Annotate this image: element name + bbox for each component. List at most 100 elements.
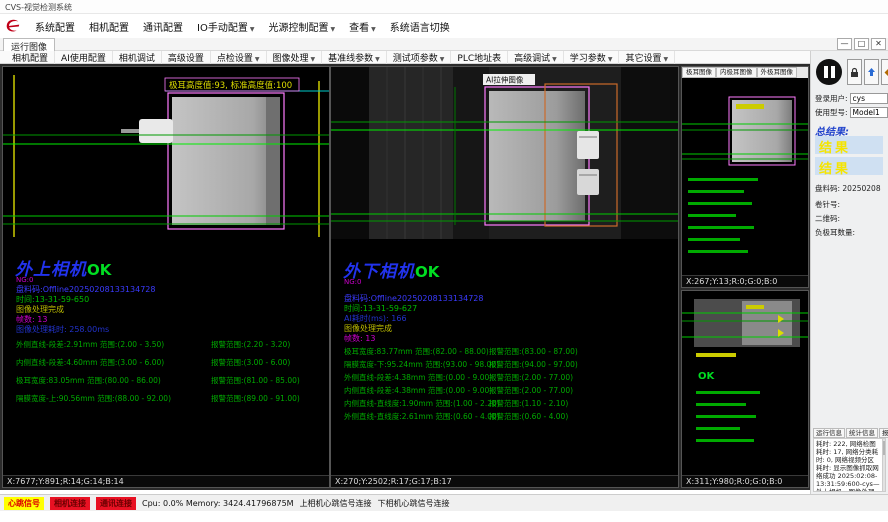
measurement-row: 外侧直线-段差:4.38mm 范围:(0.00 - 9.00)报警范围:(2.0… — [331, 372, 678, 382]
tool-camera-config[interactable]: 相机配置 — [6, 51, 55, 64]
menu-light-control-config[interactable]: 光源控制配置▼ — [261, 17, 342, 36]
chevron-down-icon: ▼ — [663, 56, 668, 63]
upper-camera-image[interactable]: 极耳高度值:93, 标准高度值:100 — [3, 67, 329, 239]
thumbnail-image-bottom[interactable] — [682, 291, 808, 475]
heartbeat-badge: 心跳信号 — [4, 497, 44, 510]
measurement-row: 内侧直线-段差:4.38mm 范围:(0.00 - 9.00)报警范围:(2.0… — [331, 385, 678, 395]
measurement-row: 隔膜宽度-下:95.24mm 范围:(93.00 - 98.00)报警范围:(9… — [331, 359, 678, 369]
maximize-button[interactable]: □ — [854, 38, 869, 50]
part-surface — [732, 100, 792, 162]
menu-language-switch[interactable]: 系统语言切换 — [383, 17, 457, 36]
tool-camera-debug[interactable]: 相机调试 — [113, 51, 162, 64]
ai-stretch-image-label: AI拉伸图像 — [486, 75, 524, 85]
camera-link-badge: 相机连接 — [50, 497, 90, 510]
logout-button[interactable] — [881, 59, 888, 85]
bottom-strip — [0, 511, 888, 522]
tab-stats-info[interactable]: 统计信息 — [846, 428, 878, 438]
model-input[interactable] — [850, 107, 888, 118]
camera-lock-button[interactable] — [847, 59, 862, 85]
tool-ai-usage-config[interactable]: AI使用配置 — [55, 51, 113, 64]
ng-note: NG:0 — [16, 276, 33, 284]
result-box-lower: 结果 — [815, 157, 883, 175]
toolbar: 相机配置 AI使用配置 相机调试 高级设置 点检设置▼ 图像处理▼ 基准线参数▼… — [0, 51, 810, 64]
tab-outer-tab-image[interactable]: 外极耳图像 — [757, 67, 798, 78]
negative-tab-count-field: 负极耳数量: — [815, 227, 855, 238]
frame-count-line: 帧数: 13 — [344, 333, 375, 344]
window-controls: — □ ✕ — [837, 38, 886, 50]
status-bar: 心跳信号 相机连接 通讯连接 Cpu: 0.0% Memory: 3424.41… — [0, 494, 888, 511]
bright-feature — [577, 169, 599, 195]
chevron-down-icon: ▼ — [255, 56, 260, 63]
info-tabs: 运行信息 统计信息 报警信息 — [813, 428, 888, 438]
overlay-text-mark — [746, 305, 764, 309]
login-user-label: 登录用户: — [815, 93, 848, 104]
menu-system-config[interactable]: 系统配置 — [28, 17, 82, 36]
tool-spot-check[interactable]: 点检设置▼ — [211, 51, 267, 64]
tool-advanced-debug[interactable]: 高级调试▼ — [508, 51, 564, 64]
right-sidebar: 登录用户: 使用型号: 总结果: 结果 结果 盘料码: 20250208 卷针号… — [810, 51, 888, 494]
tool-image-processing[interactable]: 图像处理▼ — [267, 51, 323, 64]
title-bar: CVS-视觉检测系统 — [0, 0, 888, 14]
tool-advanced-settings[interactable]: 高级设置 — [162, 51, 211, 64]
thumbnail-tabs: 极耳图像 内极耳图像 外极耳图像 — [682, 67, 808, 78]
overlay-text-mark — [736, 104, 764, 109]
thumbnail-image-top[interactable] — [682, 78, 808, 274]
pixel-coords-readout: X:7677;Y:891;R:14;G:14;B:14 — [3, 475, 329, 487]
part-surface — [172, 97, 280, 225]
log-scrollbar[interactable] — [882, 438, 886, 492]
export-button[interactable] — [864, 59, 879, 85]
minimize-button[interactable]: — — [837, 38, 852, 50]
measurement-row: 外侧直线-直线度:2.61mm 范围:(0.60 - 4.00)报警范围:(0.… — [331, 411, 678, 421]
pixel-coords-readout: X:267;Y:13;R:0;G:0;B:0 — [682, 275, 808, 287]
tab-inner-tab-image[interactable]: 内极耳图像 — [716, 67, 757, 78]
pause-button[interactable] — [816, 59, 842, 85]
app-logo-icon — [4, 18, 22, 34]
thumbnail-panel-top[interactable]: 极耳图像 内极耳图像 外极耳图像 X:267; — [681, 66, 809, 288]
thumbnail-panel-bottom[interactable]: OK X:311;Y:980;R:0;G:0;B:0 — [681, 290, 809, 488]
upper-camera-panel[interactable]: 极耳高度值:93, 标准高度值:100 外上相机OK NG:0 盘料码:Offl… — [2, 66, 330, 488]
menu-camera-config[interactable]: 相机配置 — [82, 17, 136, 36]
chevron-down-icon: ▼ — [330, 26, 335, 33]
menu-bar: 系统配置 相机配置 通讯配置 IO手动配置▼ 光源控制配置▼ 查看▼ 系统语言切… — [0, 14, 888, 38]
measurement-row: 内侧直线-段差:4.60mm 范围:(3.00 - 6.00)报警范围:(3.0… — [3, 357, 329, 367]
measurement-row: 极耳宽度:83.77mm 范围:(82.00 - 88.00)报警范围:(83.… — [331, 346, 678, 356]
window-title: CVS-视觉检测系统 — [5, 3, 72, 12]
part-surface — [489, 91, 585, 221]
result-ok-text: OK — [415, 263, 439, 281]
workspace: 极耳高度值:93, 标准高度值:100 外上相机OK NG:0 盘料码:Offl… — [0, 64, 810, 490]
tool-other-settings[interactable]: 其它设置▼ — [619, 51, 675, 64]
tool-test-params[interactable]: 测试项参数▼ — [387, 51, 452, 64]
lower-camera-image[interactable]: AI拉伸图像 — [331, 67, 678, 239]
tab-tab-image[interactable]: 极耳图像 — [682, 67, 716, 78]
pixel-coords-readout: X:270;Y:2502;R:17;G:17;B:17 — [331, 475, 678, 487]
app-window: CVS-视觉检测系统 系统配置 相机配置 通讯配置 IO手动配置▼ 光源控制配置… — [0, 0, 888, 522]
batch-code-field: 盘料码: 20250208 — [815, 183, 881, 194]
lock-icon — [849, 67, 860, 78]
model-label: 使用型号: — [815, 107, 848, 118]
tool-plc-address-table[interactable]: PLC地址表 — [451, 51, 508, 64]
tool-baseline-params[interactable]: 基准线参数▼ — [322, 51, 387, 64]
model-row: 使用型号: — [815, 107, 888, 118]
cpu-memory-readout: Cpu: 0.0% Memory: 3424.41796875M — [142, 499, 294, 508]
chevron-down-icon: ▼ — [440, 56, 445, 63]
close-button[interactable]: ✕ — [871, 38, 886, 50]
measurement-row: 内侧直线-直线度:1.90mm 范围:(1.00 - 2.20)报警范围:(1.… — [331, 398, 678, 408]
tab-row: 运行图像 — □ ✕ — [0, 38, 888, 51]
menu-view[interactable]: 查看▼ — [342, 17, 383, 36]
lower-camera-panel[interactable]: AI拉伸图像 外下相机OK NG:0 盘料码:Offline2025020813… — [330, 66, 679, 488]
chevron-down-icon: ▼ — [552, 56, 557, 63]
login-user-input[interactable] — [850, 93, 888, 104]
login-user-row: 登录用户: — [815, 93, 888, 104]
tab-run-image[interactable]: 运行图像 — [3, 38, 55, 51]
height-overlay-text: 极耳高度值:93, 标准高度值:100 — [169, 80, 292, 91]
menu-comm-config[interactable]: 通讯配置 — [136, 17, 190, 36]
ng-note: NG:0 — [344, 278, 361, 286]
tool-learning-params[interactable]: 学习参数▼ — [564, 51, 620, 64]
overlay-text-mark — [696, 353, 736, 357]
pixel-coords-readout: X:311;Y:980;R:0;G:0;B:0 — [682, 475, 808, 487]
tab-alarm-info[interactable]: 报警信息 — [879, 428, 888, 438]
menu-io-manual-config[interactable]: IO手动配置▼ — [190, 17, 261, 36]
tab-run-info[interactable]: 运行信息 — [813, 428, 845, 438]
result-box-upper: 结果 — [815, 136, 883, 154]
measurement-row: 外侧直线-段差:2.91mm 范围:(2.00 - 3.50)报警范围:(2.2… — [3, 339, 329, 349]
